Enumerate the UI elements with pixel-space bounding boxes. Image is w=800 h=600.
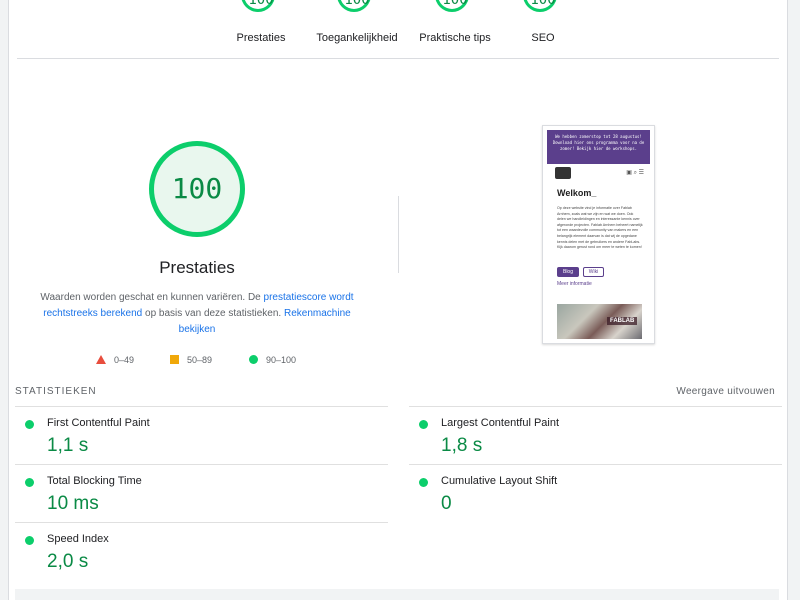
pass-icon: [25, 478, 34, 487]
thumb-blog-button: Blog: [557, 267, 579, 277]
square-icon: [170, 355, 179, 365]
metric-value: 1,8 s: [441, 435, 483, 456]
metric-total-blocking-time: Total Blocking Time 10 ms: [15, 464, 388, 521]
triangle-icon: [96, 355, 106, 365]
metric-speed-index: Speed Index 2,0 s: [15, 522, 388, 579]
logo-icon: [555, 167, 571, 179]
legend-range: 50–89: [187, 354, 213, 365]
circle-icon: [249, 355, 258, 365]
thumb-heading: Welkom_: [557, 188, 597, 198]
metric-first-contentful-paint: First Contentful Paint 1,1 s: [15, 406, 388, 463]
lighthouse-report: 100 Prestaties 100 Toegankelijkheid 100 …: [8, 0, 788, 600]
desc-text: op basis van deze statistieken.: [142, 308, 284, 319]
expand-view-toggle[interactable]: Weergave uitvouwen: [676, 386, 775, 397]
metric-name: Cumulative Layout Shift: [441, 475, 558, 487]
metric-value: 1,1 s: [47, 435, 89, 456]
metric-value: 0: [441, 493, 452, 514]
audits-filter-bar: [15, 589, 779, 600]
metric-name: First Contentful Paint: [47, 417, 150, 429]
legend-fail: 0–49: [96, 354, 134, 365]
pass-icon: [419, 420, 428, 429]
legend-range: 0–49: [114, 354, 135, 365]
metric-name: Total Blocking Time: [47, 475, 142, 487]
metric-name: Speed Index: [47, 533, 109, 545]
thumb-photo-label: FABLAB: [607, 317, 638, 325]
pass-icon: [419, 478, 428, 487]
legend-pass: 90–100: [249, 354, 296, 365]
category-gauges: 100 Prestaties 100 Toegankelijkheid 100 …: [9, 0, 787, 58]
performance-title: Prestaties: [159, 258, 235, 277]
thumb-wiki-button: Wiki: [583, 267, 604, 277]
metric-value: 2,0 s: [47, 551, 89, 572]
thumb-nav: ▣ ⌕ ☰: [547, 166, 650, 182]
performance-gauge: 100: [149, 141, 245, 237]
section-divider: [17, 58, 779, 59]
gauge-score: 100: [530, 0, 556, 8]
score-legend: 0–49 50–89 90–100: [94, 354, 314, 368]
pass-icon: [25, 536, 34, 545]
metric-name: Largest Contentful Paint: [441, 417, 560, 429]
metric-largest-contentful-paint: Largest Contentful Paint 1,8 s: [409, 406, 782, 463]
menu-icon: ▣ ⌕ ☰: [626, 170, 644, 176]
performance-score: 100: [171, 172, 223, 205]
thumb-banner: We hebben zomerstop tot 28 augustus! Dow…: [547, 130, 650, 164]
desc-text: Waarden worden geschat en kunnen variëre…: [40, 292, 264, 303]
thumb-text: Op deze website vind je informatie over …: [557, 206, 643, 250]
performance-description: Waarden worden geschat en kunnen variëre…: [39, 290, 355, 338]
thumb-more-link: Meer informatie: [557, 281, 592, 287]
pass-icon: [25, 420, 34, 429]
legend-average: 50–89: [170, 354, 212, 365]
metric-value: 10 ms: [47, 493, 99, 514]
thumb-photo: FABLAB: [557, 304, 642, 339]
legend-range: 90–100: [266, 354, 297, 365]
vertical-separator: [398, 196, 399, 273]
metric-cumulative-layout-shift: Cumulative Layout Shift 0: [409, 464, 782, 521]
metrics-header: STATISTIEKEN: [15, 386, 97, 397]
final-screenshot[interactable]: We hebben zomerstop tot 28 augustus! Dow…: [542, 125, 655, 344]
gauge-label: SEO: [531, 32, 555, 44]
